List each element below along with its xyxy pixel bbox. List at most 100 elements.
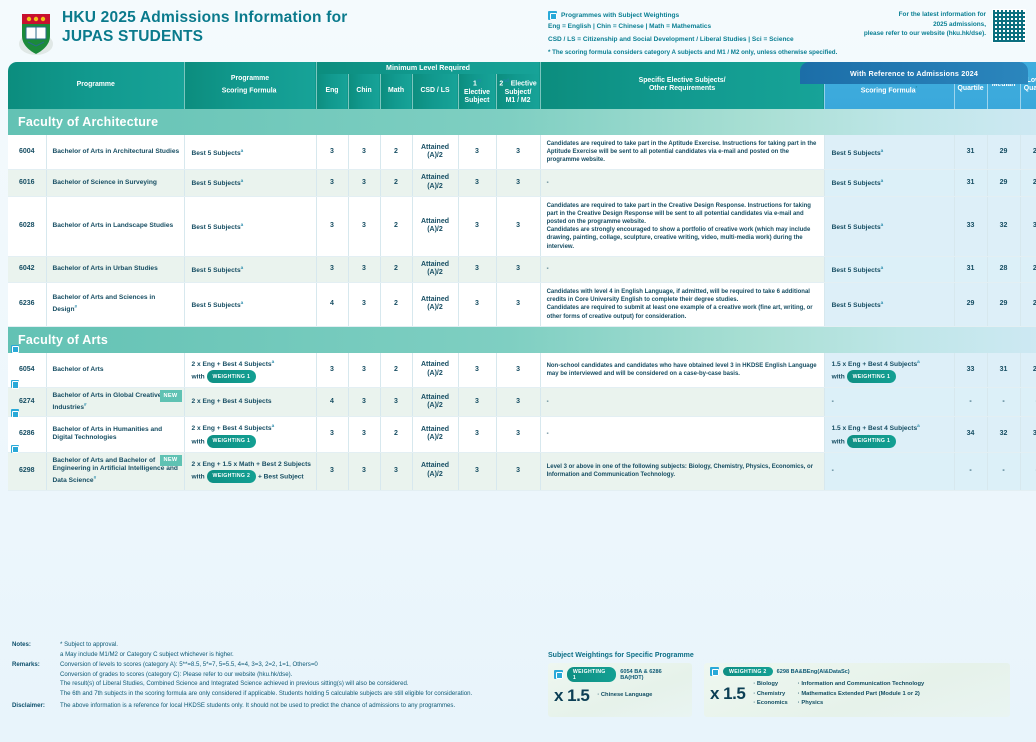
min-level-elective-1: 3 [458, 416, 497, 453]
programme-code: 6028 [8, 196, 47, 257]
col-elective-1: 1st Elective Subject [458, 74, 497, 109]
table-row[interactable]: 6274 NEW Bachelor of Arts in Global Creati… [8, 380, 1036, 418]
min-level-elective-2: 3 [496, 282, 541, 327]
median-value: 32 [987, 196, 1021, 257]
table-row[interactable]: 6042 Bachelor of Arts in Urban Studies Bes… [8, 256, 1036, 284]
weighting-subject: · Physics [797, 700, 824, 706]
table-body: Faculty of Architecture 6004 Bachelor of A… [8, 108, 1036, 491]
programme-name[interactable]: NEW Bachelor of Arts and Bachelor of Engi… [10, 444, 185, 491]
qr-code-icon[interactable] [992, 9, 1026, 43]
table-row[interactable]: 6286 Bachelor of Arts in Humanities and D… [8, 409, 1036, 453]
min-level-csd: Attained (A)/2 [412, 387, 459, 418]
min-level-elective-2: 3 [496, 169, 541, 197]
title-line-2: JUPAS STUDENTS [62, 28, 204, 45]
min-level-elective-2: 3 [496, 196, 541, 257]
lower-quartile-value: - [1020, 452, 1036, 491]
remarks-label: Remarks: [12, 661, 40, 668]
min-level-eng: 4 [316, 282, 349, 327]
col-chin: Chin [348, 74, 381, 109]
weighting-multiplier: x 1.5 [554, 686, 590, 705]
subject-weighting-icon [554, 670, 564, 680]
weighting-pill[interactable]: WEIGHTING 1 [846, 434, 897, 448]
legend-abbrev-2: CSD / LS = Citizenship and Social Develo… [548, 35, 794, 43]
weighting-subject: · Chemistry [753, 690, 786, 697]
faculty-section-row: Faculty of Arts [8, 326, 1036, 353]
min-level-elective-1: 3 [458, 256, 497, 284]
min-level-csd: Attained (A)/2 [412, 169, 459, 197]
min-level-chin: 3 [348, 416, 381, 453]
specific-requirements: - [540, 416, 825, 453]
lower-quartile-value: 29 [1020, 169, 1036, 197]
specific-requirements: - [540, 256, 825, 284]
programme-code: 6298 [8, 452, 47, 491]
min-level-chin: 3 [348, 169, 381, 197]
col-elective-2: 2nd Elective Subject/M1 / M2 [496, 74, 541, 109]
table-row[interactable]: 6054 Bachelor of Arts 2 x Eng + Best 4 Sub… [8, 344, 1036, 388]
qr-caption: For the latest information for 2025 admi… [864, 9, 986, 39]
weighting-pill[interactable]: WEIGHTING 1 [846, 370, 897, 383]
lower-quartile-value: 26 [1020, 256, 1036, 284]
specific-requirements: Candidates are required to take part in … [540, 196, 825, 257]
table-row[interactable]: 6298 NEW Bachelor of Arts and Bachelor of … [8, 444, 1036, 491]
min-level-csd: Attained (A)/2 [412, 282, 459, 327]
programme-name[interactable]: Bachelor of Arts in Landscape Studies [46, 196, 185, 257]
upper-quartile-value: 31 [954, 256, 988, 284]
weighting-subject-columns: · Biology · Chemistry · Economics · Informa… [753, 680, 924, 709]
min-level-elective-1: 3 [458, 387, 497, 418]
programme-name[interactable]: NEW Bachelor of Arts in Global Creative I… [10, 380, 185, 418]
lower-quartile-value: - [1020, 387, 1036, 418]
subject-weighting-icon [10, 444, 20, 454]
subject-weighting-icon [10, 409, 20, 418]
col-math: Math [380, 74, 413, 109]
scoring-formula-cell: Best 5 Subjectsa [184, 134, 317, 171]
programme-code: 6236 [8, 282, 47, 327]
qr-caption-line-1: For the latest information for [898, 11, 986, 18]
page-header: HKU 2025 Admissions Information for JUPA… [0, 0, 1036, 62]
weighting-pill[interactable]: WEIGHTING 2 [206, 469, 257, 483]
min-level-eng: 3 [316, 256, 349, 284]
min-level-eng: 3 [316, 352, 349, 388]
min-level-elective-2: 3 [496, 387, 541, 418]
median-value: 29 [987, 169, 1021, 197]
weighting-programme-codes: 6054 BA & 6286 BA(HDT) [620, 668, 662, 681]
page-title: HKU 2025 Admissions Information for JUPA… [62, 8, 347, 47]
programme-name[interactable]: Bachelor of Science in Surveying [46, 169, 185, 197]
min-level-elective-1: 3 [458, 452, 497, 491]
weighting-pill[interactable]: WEIGHTING 1 [206, 370, 257, 383]
subject-weighting-icon [710, 667, 720, 677]
upper-quartile-value: 33 [954, 352, 988, 388]
admissions-table: Programme Programme Scoring Formula* Mini… [8, 62, 1036, 491]
programme-name[interactable]: Bachelor of Arts [10, 344, 185, 388]
table-row[interactable]: 6004 Bachelor of Arts in Architectural St… [8, 134, 1036, 171]
ref-scoring-formula-cell: Best 5 Subjectsa [824, 169, 955, 197]
median-value: - [987, 387, 1021, 418]
programme-name[interactable]: Bachelor of Arts in Urban Studies [46, 256, 185, 284]
table-row[interactable]: 6016 Bachelor of Science in Surveying Best… [8, 169, 1036, 197]
subject-weighting-icon [10, 380, 20, 389]
min-level-elective-1: 3 [458, 169, 497, 197]
min-level-eng: 3 [316, 134, 349, 171]
min-level-math: 2 [380, 256, 413, 284]
qr-section[interactable]: For the latest information for 2025 admi… [864, 9, 1026, 43]
weighting-badge: WEIGHTING 2 [723, 667, 773, 676]
programme-name[interactable]: Bachelor of Arts in Humanities and Digit… [10, 409, 185, 453]
subject-weighting-icon [10, 344, 20, 354]
min-level-eng: 4 [316, 387, 349, 418]
table-row[interactable]: 6236 Bachelor of Arts and Sciences in Des… [8, 282, 1036, 327]
min-level-elective-2: 3 [496, 452, 541, 491]
specific-requirements: - [540, 169, 825, 197]
min-level-csd: Attained (A)/2 [412, 196, 459, 257]
min-level-elective-2: 3 [496, 352, 541, 388]
ref-scoring-formula-cell: Best 5 Subjectsa [824, 134, 955, 171]
programme-name[interactable]: Bachelor of Arts in Architectural Studie… [46, 134, 185, 171]
table-row[interactable]: 6028 Bachelor of Arts in Landscape Studie… [8, 196, 1036, 257]
min-level-csd: Attained (A)/2 [412, 256, 459, 284]
min-level-eng: 3 [316, 452, 349, 491]
specific-requirements: Candidates with level 4 in English Langu… [540, 282, 825, 327]
ref-scoring-formula-cell: - [824, 452, 955, 491]
faculty-section-row: Faculty of Architecture [8, 108, 1036, 135]
programme-name[interactable]: Bachelor of Arts and Sciences in Design# [46, 282, 185, 327]
min-level-math: 2 [380, 282, 413, 327]
weighting-subject: · Biology [753, 681, 779, 687]
weighting-pill[interactable]: WEIGHTING 1 [206, 434, 257, 448]
